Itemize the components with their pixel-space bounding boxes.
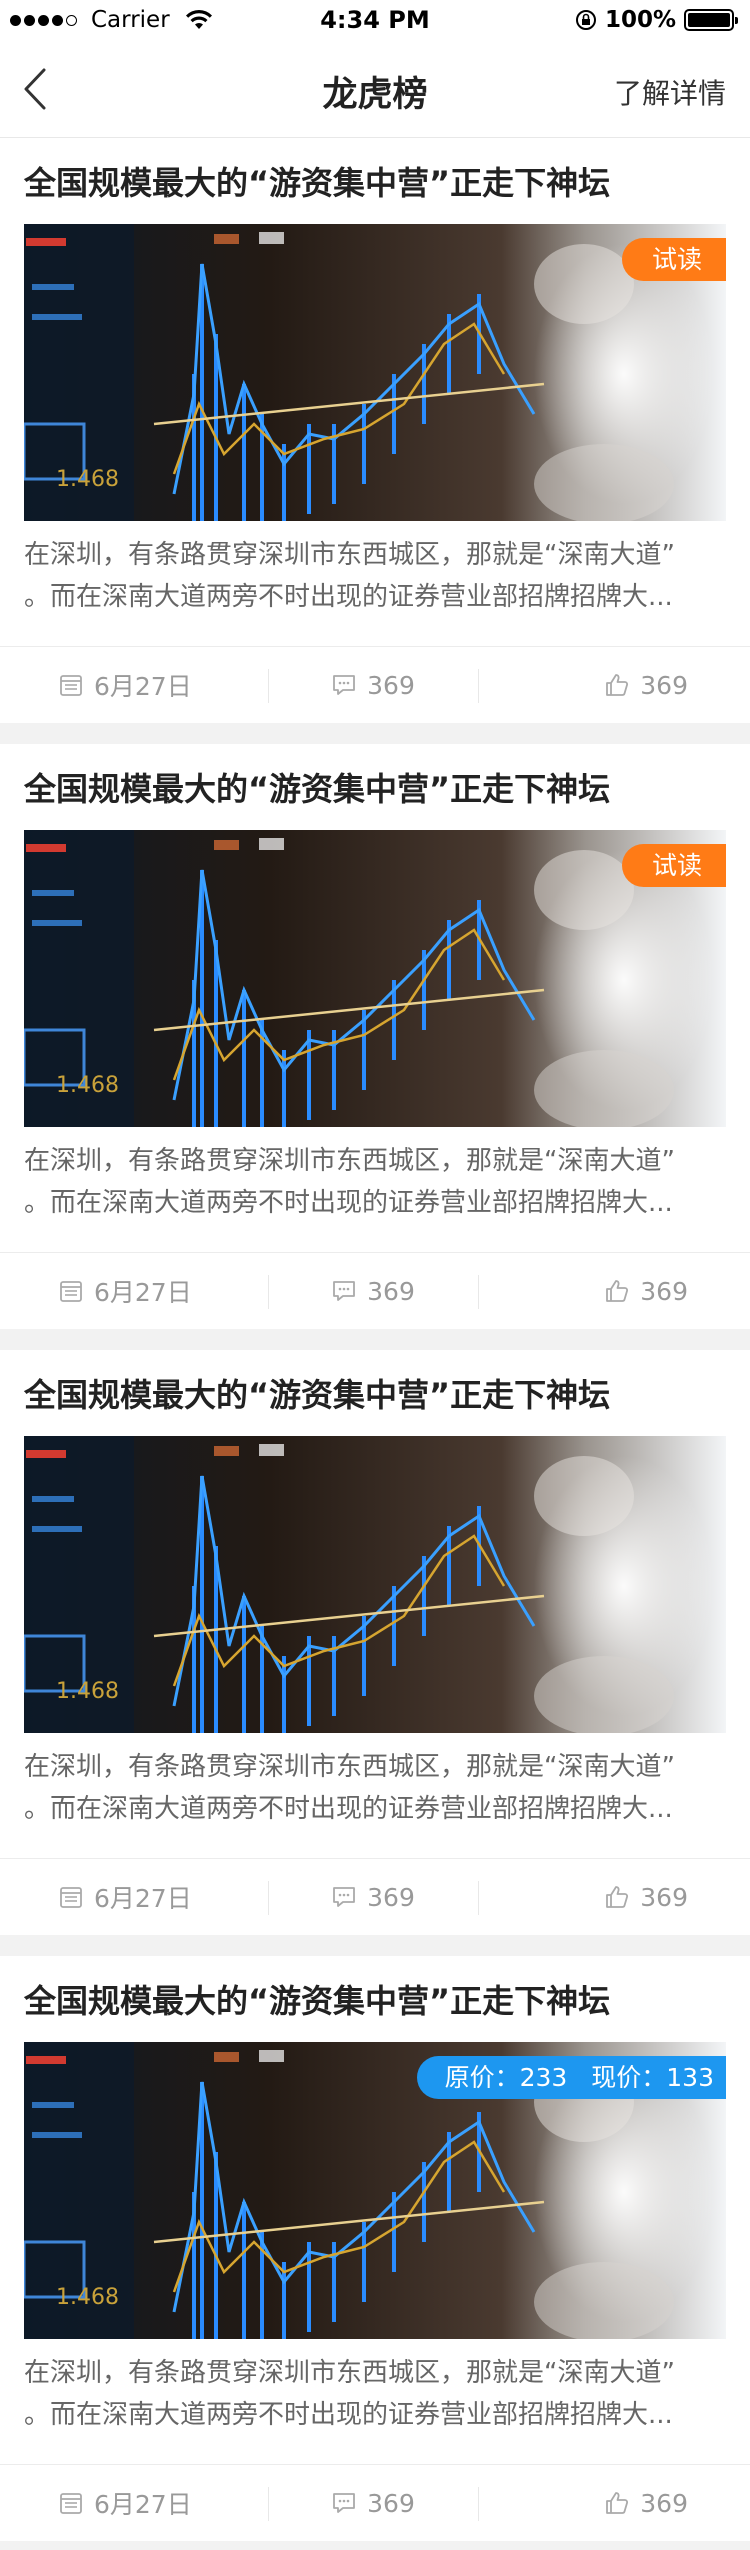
date-text: 6月27日 — [94, 672, 192, 701]
article-cover-image[interactable]: 1.468 试读 — [24, 830, 726, 1127]
article-summary: 在深圳，有条路贯穿深圳市东西城区，那就是“深南大道” 。而在深南大道两旁不时出现… — [24, 534, 726, 618]
article-stats: 6月27日 369 369 — [0, 2464, 750, 2541]
article-title[interactable]: 全国规模最大的“游资集中营”正走下神坛 — [24, 1370, 610, 1416]
article-card[interactable]: 全国规模最大的“游资集中营”正走下神坛 — [0, 744, 750, 1329]
comment-icon — [333, 1281, 356, 1301]
thumbs-up-icon — [606, 1886, 629, 1908]
article-list: 全国规模最大的“游资集中营”正走下神坛 1.468 试读 在深圳，有条路贯穿深圳… — [0, 138, 750, 2550]
article-cover-image[interactable]: 1.468 原价：233 现价：133 — [24, 2042, 726, 2339]
rotation-lock-icon — [575, 10, 596, 30]
svg-text:1.468: 1.468 — [56, 1679, 119, 1704]
svg-text:1.468: 1.468 — [56, 2285, 119, 2310]
thumbs-up-icon — [606, 2492, 629, 2514]
date-stat: 6月27日 — [0, 1859, 268, 1935]
article-stats: 6月27日 369 369 — [0, 1858, 750, 1935]
back-chevron-icon[interactable] — [18, 66, 58, 112]
like-count: 369 — [640, 2488, 688, 2518]
date-text: 6月27日 — [94, 2490, 192, 2519]
stock-chart-photo-icon: 1.468 — [24, 830, 726, 1127]
comment-stat[interactable]: 369 — [268, 647, 478, 723]
trial-badge: 试读 — [621, 844, 726, 887]
article-cover-image[interactable]: 1.468 — [24, 1436, 726, 1733]
article-stats: 6月27日 369 369 — [0, 1252, 750, 1329]
calendar-icon — [60, 1281, 82, 1302]
status-right: 100% — [575, 6, 738, 34]
like-stat[interactable]: 369 — [478, 1859, 750, 1935]
calendar-icon — [60, 2493, 82, 2514]
article-summary: 在深圳，有条路贯穿深圳市东西城区，那就是“深南大道” 。而在深南大道两旁不时出现… — [24, 2352, 726, 2436]
svg-text:1.468: 1.468 — [56, 467, 119, 492]
date-stat: 6月27日 — [0, 2465, 268, 2541]
date-text: 6月27日 — [94, 1278, 192, 1307]
date-text: 6月27日 — [94, 1884, 192, 1913]
svg-text:1.468: 1.468 — [56, 1073, 119, 1098]
like-count: 369 — [640, 1882, 688, 1912]
article-card[interactable]: 全国规模最大的“游资集中营”正走下神坛 — [0, 1350, 750, 1935]
summary-line: 。而在深南大道两旁不时出现的证券营业部招牌招牌大... — [24, 582, 673, 612]
learn-more-link[interactable]: 了解详情 — [614, 72, 726, 112]
comment-count: 369 — [367, 1276, 415, 1306]
battery-icon — [684, 9, 738, 31]
article-title[interactable]: 全国规模最大的“游资集中营”正走下神坛 — [24, 1976, 610, 2022]
date-stat: 6月27日 — [0, 647, 268, 723]
date-stat: 6月27日 — [0, 1253, 268, 1329]
thumbs-up-icon — [606, 1280, 629, 1302]
summary-line: 。而在深南大道两旁不时出现的证券营业部招牌招牌大... — [24, 1188, 673, 1218]
status-bar: Carrier 4:34 PM 100% — [0, 0, 750, 40]
comment-icon — [333, 675, 356, 695]
stock-chart-photo-icon: 1.468 — [24, 1436, 726, 1733]
article-card[interactable]: 全国规模最大的“游资集中营”正走下神坛 — [0, 138, 750, 723]
comment-stat[interactable]: 369 — [268, 1859, 478, 1935]
current-price: 现价：133 — [591, 2063, 714, 2092]
article-summary: 在深圳，有条路贯穿深圳市东西城区，那就是“深南大道” 。而在深南大道两旁不时出现… — [24, 1140, 726, 1224]
comment-icon — [333, 2493, 356, 2513]
trial-badge: 试读 — [621, 238, 726, 281]
summary-line: 在深圳，有条路贯穿深圳市东西城区，那就是“深南大道” — [24, 540, 675, 570]
comment-count: 369 — [367, 1882, 415, 1912]
article-summary: 在深圳，有条路贯穿深圳市东西城区，那就是“深南大道” 。而在深南大道两旁不时出现… — [24, 1746, 726, 1830]
comment-count: 369 — [367, 670, 415, 700]
calendar-icon — [60, 1887, 82, 1908]
like-count: 369 — [640, 1276, 688, 1306]
thumbs-up-icon — [606, 674, 629, 696]
comment-stat[interactable]: 369 — [268, 2465, 478, 2541]
price-badge: 原价：233 现价：133 — [416, 2056, 726, 2099]
comment-icon — [333, 1887, 356, 1907]
article-title[interactable]: 全国规模最大的“游资集中营”正走下神坛 — [24, 158, 610, 204]
article-cover-image[interactable]: 1.468 试读 — [24, 224, 726, 521]
summary-line: 在深圳，有条路贯穿深圳市东西城区，那就是“深南大道” — [24, 2358, 675, 2388]
stock-chart-photo-icon: 1.468 — [24, 224, 726, 521]
original-price: 原价：233 — [444, 2063, 568, 2092]
calendar-icon — [60, 675, 82, 696]
article-title[interactable]: 全国规模最大的“游资集中营”正走下神坛 — [24, 764, 610, 810]
navigation-bar: 龙虎榜 了解详情 — [0, 40, 750, 138]
article-card[interactable]: 全国规模最大的“游资集中营”正走下神坛 — [0, 1956, 750, 2541]
like-stat[interactable]: 369 — [478, 647, 750, 723]
summary-line: 在深圳，有条路贯穿深圳市东西城区，那就是“深南大道” — [24, 1146, 675, 1176]
like-stat[interactable]: 369 — [478, 1253, 750, 1329]
like-stat[interactable]: 369 — [478, 2465, 750, 2541]
comment-stat[interactable]: 369 — [268, 1253, 478, 1329]
comment-count: 369 — [367, 2488, 415, 2518]
summary-line: 。而在深南大道两旁不时出现的证券营业部招牌招牌大... — [24, 1794, 673, 1824]
summary-line: 。而在深南大道两旁不时出现的证券营业部招牌招牌大... — [24, 2400, 673, 2430]
battery-percent: 100% — [604, 7, 676, 33]
summary-line: 在深圳，有条路贯穿深圳市东西城区，那就是“深南大道” — [24, 1752, 675, 1782]
like-count: 369 — [640, 670, 688, 700]
article-stats: 6月27日 369 369 — [0, 646, 750, 723]
